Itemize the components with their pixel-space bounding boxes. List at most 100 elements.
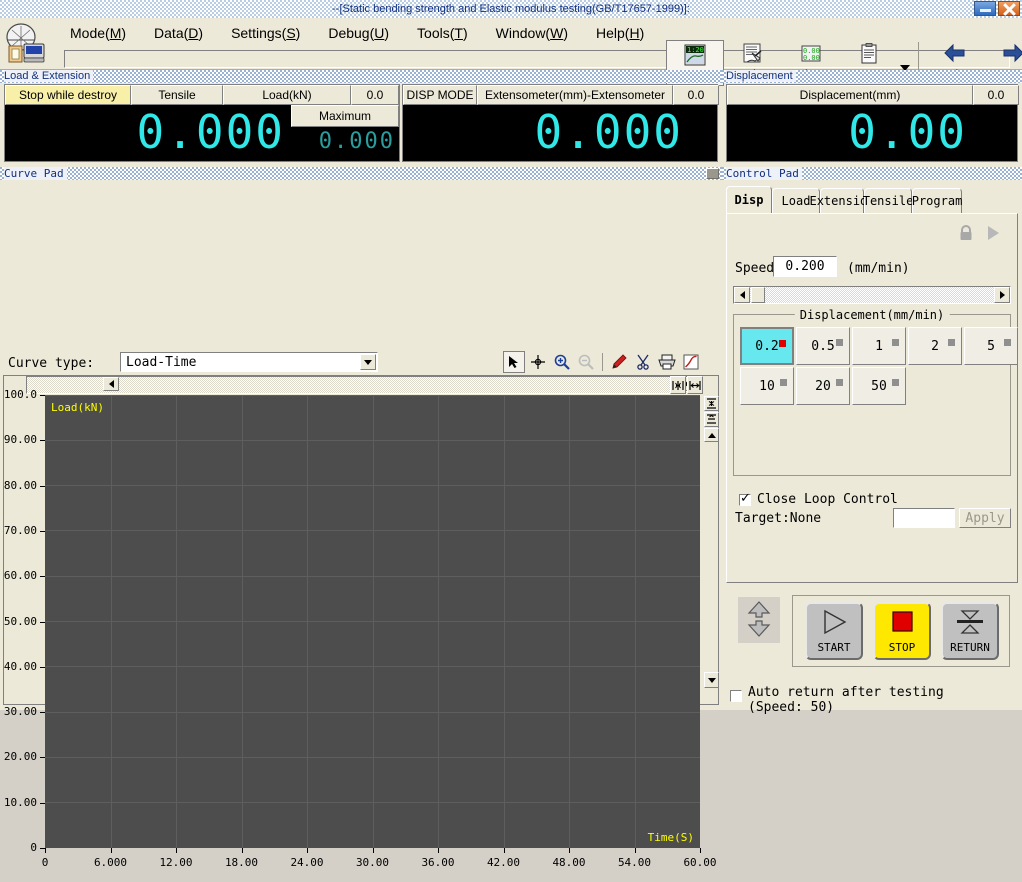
chart-gridline-vertical (569, 395, 570, 848)
displacement-caption: Displacement (726, 70, 796, 82)
speed-preset-label: 0.5 (811, 338, 835, 354)
minimize-icon[interactable] (974, 1, 996, 16)
printer-icon[interactable] (656, 351, 678, 373)
displacement-unit-button[interactable]: Displacement(mm) (727, 85, 973, 105)
menu-item-data[interactable]: Data(D) (140, 21, 217, 45)
menu-item-help[interactable]: Help(H) (582, 21, 658, 45)
tab-disp[interactable]: Disp (726, 186, 772, 214)
start-button-label: START (817, 640, 851, 654)
data-clipboard-icon (858, 43, 880, 65)
expand-vertical-icon[interactable] (704, 412, 719, 427)
chart-y-tick (40, 395, 45, 396)
menu-item-window[interactable]: Window(W) (482, 21, 582, 45)
control-pad-tabs: Disp Load Extension Tensile Program (726, 184, 962, 214)
slider-right-icon[interactable] (994, 287, 1010, 303)
chart-x-tick (45, 848, 46, 853)
chart-y-tick (40, 576, 45, 578)
tab-label: Disp (734, 193, 764, 207)
menu-bar: Mode(M) Data(D) Settings(S) Debug(U) Tools(T… (56, 18, 658, 48)
tab-extension[interactable]: Extension (809, 188, 875, 214)
close-icon[interactable] (998, 1, 1020, 16)
speed-preset-1[interactable]: 1 (852, 327, 906, 365)
fit-horizontal-icon[interactable] (670, 376, 686, 394)
chart-gridline-vertical (372, 395, 374, 848)
curve-pad-collapse-button[interactable] (706, 168, 719, 179)
chart-gridline-vertical (438, 395, 439, 848)
speed-unit-label: (mm/min) (847, 261, 910, 276)
return-arrows-icon (953, 609, 987, 638)
chart-y-tick-label: 100.0 (3, 388, 37, 401)
svg-text:0.00: 0.00 (803, 54, 820, 62)
extension-channel-button[interactable]: Extensometer(mm)-Extensometer (477, 85, 673, 105)
speed-preset-20[interactable]: 20 (796, 367, 850, 405)
menu-item-tools[interactable]: Tools(T) (403, 21, 482, 45)
auto-return-row[interactable]: Auto return after testing (Speed: 50) (730, 685, 944, 715)
auto-return-checkbox[interactable] (730, 690, 742, 702)
load-direction-button[interactable]: Tensile (131, 85, 223, 105)
speed-preset-5[interactable]: 5 (964, 327, 1018, 365)
control-pad-caption: Control Pad (726, 167, 802, 180)
scroll-down-icon[interactable] (704, 672, 719, 688)
expand-horizontal-icon[interactable] (687, 376, 703, 394)
start-button[interactable]: START (805, 602, 863, 660)
zoom-in-icon[interactable] (551, 351, 573, 373)
chart-hscrollbar[interactable] (26, 376, 696, 394)
speed-preset-indicator (780, 379, 787, 386)
tab-tensile[interactable]: Tensile (863, 188, 913, 214)
apply-button[interactable]: Apply (959, 508, 1011, 528)
curve-type-select[interactable]: Load-Time (120, 352, 378, 372)
speed-input[interactable]: 0.200 (773, 256, 837, 277)
displacement-speed-group: Displacement(mm/min) 0.2 0.5 1 2 5 10 20 50 (733, 308, 1018, 476)
scroll-left-icon[interactable] (103, 377, 119, 391)
menu-item-mode[interactable]: Mode(M) (56, 21, 140, 45)
speed-preset-0-2[interactable]: 0.2 (740, 327, 794, 365)
extension-mode-button[interactable]: DISP MODE (403, 85, 477, 105)
menu-item-settings[interactable]: Settings(S) (217, 21, 314, 45)
speed-preset-2[interactable]: 2 (908, 327, 962, 365)
toolbar-strip-left (64, 50, 672, 68)
scroll-up-icon[interactable] (704, 428, 719, 442)
load-unit-button[interactable]: Load(kN) (223, 85, 351, 105)
fit-vertical-icon[interactable] (704, 396, 719, 411)
speed-preset-indicator (948, 339, 955, 346)
close-loop-label: Close Loop Control (757, 492, 898, 507)
scissors-icon[interactable] (632, 351, 654, 373)
chart-y-tick (40, 440, 45, 442)
extension-meter-panel: DISP MODE Extensometer(mm)-Extensometer … (402, 84, 719, 162)
return-button[interactable]: RETURN (941, 602, 999, 660)
target-input[interactable] (893, 508, 955, 528)
chart-plot-area[interactable]: Load(kN) Time(S) (45, 395, 700, 848)
chart-x-tick-label: 54.00 (617, 856, 652, 869)
slider-thumb[interactable] (751, 287, 765, 303)
jog-control[interactable] (738, 597, 780, 643)
extension-reading: 0.000 (534, 105, 683, 159)
load-mode-button[interactable]: Stop while destroy (5, 85, 131, 105)
pen-marker-icon[interactable] (608, 351, 630, 373)
stop-button[interactable]: STOP (873, 602, 931, 660)
toolbar-region: Mode(M) Data(D) Settings(S) Debug(U) Tools(T… (0, 18, 1022, 86)
speed-preset-0-5[interactable]: 0.5 (796, 327, 850, 365)
chart-gridline-vertical (110, 395, 112, 848)
lock-icon[interactable] (957, 224, 975, 245)
chevron-down-icon[interactable] (360, 354, 376, 370)
speed-preset-10[interactable]: 10 (740, 367, 794, 405)
crosshair-icon[interactable] (527, 351, 549, 373)
close-loop-control-row[interactable]: Close Loop Control (739, 491, 898, 507)
speed-preset-indicator (836, 339, 843, 346)
speed-preset-50[interactable]: 50 (852, 367, 906, 405)
curve-pad-group: Curve Pad Curve type: Load-Time Load(kN)… (0, 167, 722, 869)
chart-x-tick-label: 6.000 (93, 856, 128, 869)
speed-preset-indicator (892, 379, 899, 386)
menu-item-debug[interactable]: Debug(U) (314, 21, 403, 45)
speed-slider[interactable] (733, 286, 1011, 304)
load-maximum-button[interactable]: Maximum (291, 105, 399, 127)
curve-pad-toolbar (503, 351, 702, 373)
close-loop-checkbox[interactable] (739, 491, 751, 506)
tab-program[interactable]: Program (912, 188, 962, 214)
select-arrow-icon[interactable] (503, 351, 525, 373)
chart-gridline-vertical (307, 395, 308, 848)
play-arrow-icon[interactable] (985, 224, 1001, 245)
curve-graph-icon[interactable] (680, 351, 702, 373)
chart-x-tick-label: 24.00 (290, 856, 324, 869)
slider-left-icon[interactable] (734, 287, 750, 303)
